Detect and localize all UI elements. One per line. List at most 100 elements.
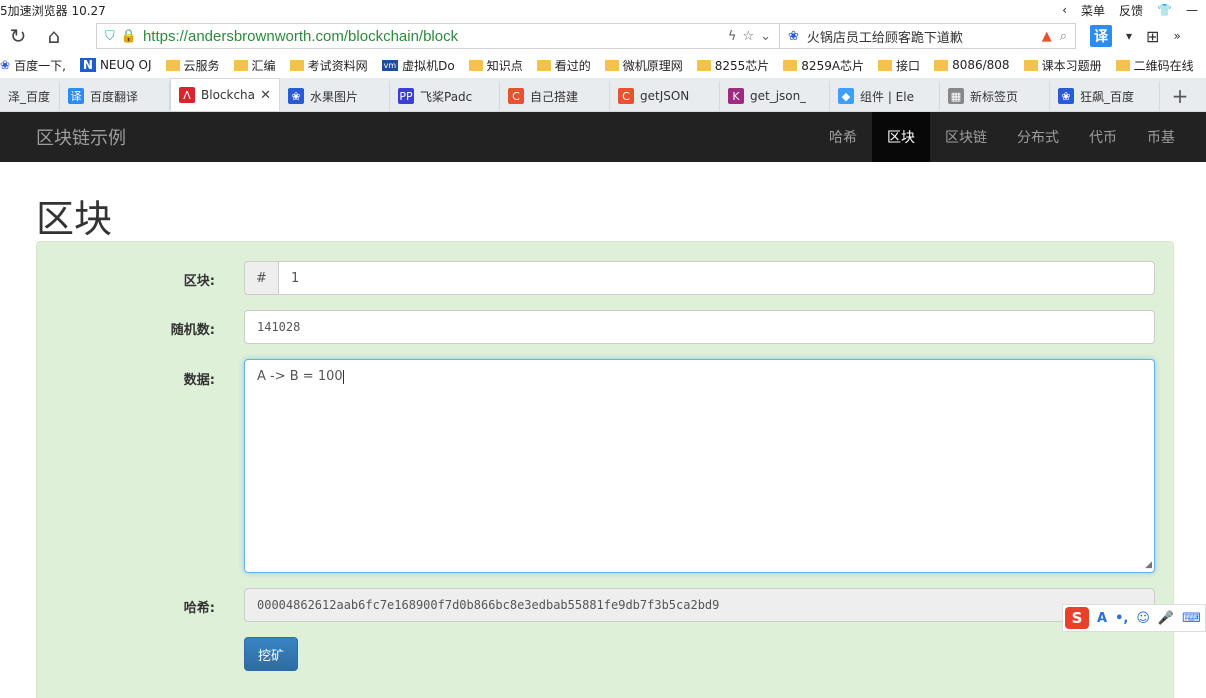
data-row: 数据: A -> B = 100 ◢ <box>37 359 1173 573</box>
menu-button[interactable]: 菜单 <box>1081 2 1105 19</box>
nonce-input[interactable]: 141028 <box>244 310 1155 344</box>
search-box[interactable]: ❀ 火锅店员工给顾客跪下道歉 ▲ ⌕ <box>780 23 1076 49</box>
page-title: 区块 <box>36 197 113 241</box>
bookmark-label: 百度一下, <box>14 58 66 73</box>
tab-favicon-icon: 译 <box>68 88 84 104</box>
url-bar[interactable]: ⛉ 🔒 https://andersbrownworth.com/blockch… <box>96 23 780 49</box>
ime-mic-icon[interactable]: 🎤 <box>1158 611 1174 626</box>
bookmark-item[interactable]: 知识点 <box>468 57 523 74</box>
block-number-group: # 1 <box>244 261 1155 295</box>
ime-keyboard-icon[interactable]: ⌨ <box>1182 611 1201 626</box>
nav-block[interactable]: 区块 <box>872 112 930 162</box>
data-textarea[interactable]: A -> B = 100 ◢ <box>244 359 1155 573</box>
url-text[interactable]: https://andersbrownworth.com/blockchain/… <box>143 28 722 45</box>
browser-tab[interactable]: CgetJSON <box>610 81 720 111</box>
bookmark-item[interactable]: ❀ 百度一下, <box>0 57 66 74</box>
folder-icon <box>934 59 949 71</box>
nav-coinbase[interactable]: 币基 <box>1132 112 1190 162</box>
hash-label: 哈希: <box>183 601 215 616</box>
apps-grid-icon[interactable]: ⊞ <box>1146 27 1159 46</box>
bookmark-item[interactable]: 8259A芯片 <box>783 57 864 74</box>
folder-icon <box>289 59 304 71</box>
folder-icon <box>604 59 619 71</box>
browser-tab[interactable]: 泽_百度 <box>0 81 60 111</box>
star-icon[interactable]: ☆ <box>742 29 754 44</box>
tab-favicon-icon: PP <box>398 88 414 104</box>
paw-icon: ❀ <box>0 58 11 72</box>
folder-icon <box>233 59 248 71</box>
browser-tab[interactable]: C 自己搭建 <box>500 81 610 111</box>
address-row: ↻ ⌂ ⛉ 🔒 https://andersbrownworth.com/blo… <box>0 20 1206 52</box>
ime-punct-icon[interactable]: •, <box>1115 611 1128 626</box>
minimize-icon[interactable]: — <box>1186 3 1198 17</box>
bookmark-label: 考试资料网 <box>307 58 368 73</box>
bookmarks-bar: ❀ 百度一下, N NEUQ OJ 云服务 汇编 考试资料网 vm 虚拟机Do 知识点 看过的 微机原… <box>0 52 1206 78</box>
ime-lang-icon[interactable]: A <box>1097 611 1107 626</box>
text-caret <box>342 369 344 384</box>
block-number-input[interactable]: 1 <box>278 261 1155 295</box>
bookmark-label: 二维码在线 <box>1133 58 1194 73</box>
browser-tab[interactable]: 译百度翻译 <box>60 81 170 111</box>
bookmark-label: 接口 <box>896 58 921 73</box>
vmware-icon: vm <box>381 59 399 71</box>
sogou-logo-icon[interactable]: S <box>1065 607 1089 629</box>
bookmark-label: 8255芯片 <box>714 58 770 73</box>
tab-favicon-icon: ▦ <box>948 88 964 104</box>
ime-emoji-icon[interactable]: ☺ <box>1136 611 1150 626</box>
bookmark-item[interactable]: 8255芯片 <box>696 57 770 74</box>
search-icon[interactable]: ⌕ <box>1060 29 1067 44</box>
bookmark-item[interactable]: 二维码在线 <box>1115 57 1194 74</box>
close-icon[interactable]: ✕ <box>260 88 271 103</box>
nav-distributed[interactable]: 分布式 <box>1002 112 1074 162</box>
browser-tab[interactable]: PP 飞桨Padc <box>390 81 500 111</box>
tab-label: Blockcha <box>201 88 255 102</box>
bookmark-item[interactable]: vm 虚拟机Do <box>381 57 455 74</box>
feedback-button[interactable]: 反馈 <box>1119 2 1143 19</box>
data-text: A -> B = 100 <box>257 369 343 384</box>
more-chevron-icon[interactable]: » <box>1173 29 1180 43</box>
bookmark-item[interactable]: 微机原理网 <box>604 57 683 74</box>
bookmark-label: 课本习题册 <box>1041 58 1102 73</box>
bookmark-item[interactable]: 看过的 <box>536 57 591 74</box>
browser-tab[interactable]: Kget_json_ <box>720 81 830 111</box>
bookmark-label: 8259A芯片 <box>801 58 865 73</box>
mine-button[interactable]: 挖矿 <box>244 637 298 671</box>
shirt-icon[interactable]: 👕 <box>1157 3 1172 17</box>
bookmark-item[interactable]: 接口 <box>878 57 920 74</box>
lightning-icon[interactable]: ϟ <box>728 29 737 44</box>
browser-tab[interactable]: ◆ 组件 | Ele <box>830 81 940 111</box>
bookmark-item[interactable]: 8086/808 <box>934 58 1010 72</box>
nav-blockchain[interactable]: 区块链 <box>930 112 1002 162</box>
caret-down-icon[interactable]: ▾ <box>1126 29 1132 43</box>
hash-addon: # <box>244 261 278 295</box>
new-tab-icon[interactable]: + <box>1160 81 1200 111</box>
resize-grip-icon[interactable]: ◢ <box>1145 560 1152 570</box>
home-icon[interactable]: ⌂ <box>36 22 72 50</box>
browser-tab[interactable]: Λ Blockcha ✕ <box>170 78 280 111</box>
app-brand[interactable]: 区块链示例 <box>0 124 126 150</box>
browser-tab[interactable]: ▦ 新标签页 <box>940 81 1050 111</box>
nav-hash[interactable]: 哈希 <box>814 112 872 162</box>
browser-tab[interactable]: ❀ 水果图片 <box>280 81 390 111</box>
nonce-label: 随机数: <box>170 323 215 338</box>
tab-favicon-icon: ❀ <box>1058 88 1074 104</box>
browser-tab[interactable]: ❀ 狂飙_百度 <box>1050 81 1160 111</box>
folder-icon <box>878 59 893 71</box>
chevron-down-icon[interactable]: ⌄ <box>760 29 771 44</box>
bookmark-item[interactable]: 课本习题册 <box>1023 57 1102 74</box>
bookmark-item[interactable]: N NEUQ OJ <box>79 58 152 72</box>
nav-tokens[interactable]: 代币 <box>1074 112 1132 162</box>
translate-button[interactable]: 译 <box>1090 25 1112 47</box>
refresh-icon[interactable]: ↻ <box>0 22 36 50</box>
folder-icon <box>1023 59 1038 71</box>
bookmark-item[interactable]: 云服务 <box>165 57 220 74</box>
ime-toolbar: S A •, ☺ 🎤 ⌨ <box>1062 604 1206 632</box>
chevron-left-icon[interactable]: ‹ <box>1062 3 1067 17</box>
app-navbar: 区块链示例 哈希 区块 区块链 分布式 代币 币基 <box>0 112 1206 162</box>
bookmark-item[interactable]: 考试资料网 <box>289 57 368 74</box>
shield-icon: ⛉ <box>105 28 115 44</box>
bookmark-item[interactable]: 汇编 <box>233 57 276 74</box>
search-text[interactable]: 火锅店员工给顾客跪下道歉 <box>807 27 1034 46</box>
tab-label: 自己搭建 <box>530 89 579 104</box>
tab-label: 新标签页 <box>970 89 1019 104</box>
